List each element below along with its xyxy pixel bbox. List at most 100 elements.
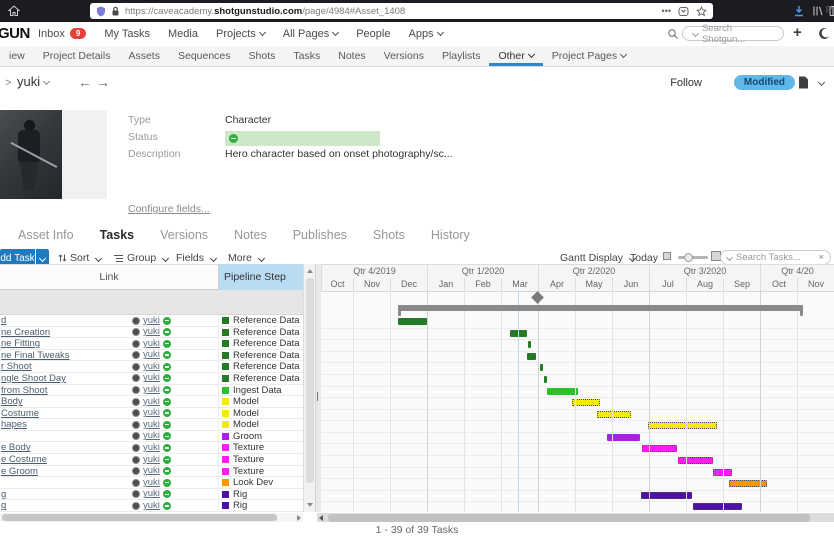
task-name-link[interactable]: Body — [1, 396, 23, 407]
project-nav-iew[interactable]: iew — [0, 46, 34, 66]
back-button[interactable]: ← — [78, 74, 92, 90]
task-name-link[interactable]: ngle Shoot Day — [1, 373, 66, 384]
project-nav-project-details[interactable]: Project Details — [34, 46, 120, 66]
gantt-task-bar[interactable] — [693, 503, 742, 510]
group-menu[interactable]: Group — [113, 252, 168, 264]
milestone-diamond[interactable] — [531, 291, 544, 304]
nav-item-media[interactable]: Media — [168, 28, 198, 40]
fields-menu[interactable]: Fields — [176, 252, 216, 264]
scroll-left-icon[interactable] — [319, 515, 323, 521]
link-entity[interactable]: yuki — [143, 350, 160, 360]
link-entity[interactable]: yuki — [143, 339, 160, 349]
table-row[interactable]: dyukiReference Data — [0, 315, 303, 327]
link-entity[interactable]: yuki — [143, 362, 160, 372]
gantt-task-bar[interactable] — [597, 411, 631, 418]
tab-shots[interactable]: Shots — [373, 228, 405, 242]
scroll-down-icon[interactable] — [307, 503, 313, 507]
asset-thumbnail[interactable] — [0, 110, 107, 199]
nav-item-inbox[interactable]: Inbox9 — [38, 28, 86, 40]
gantt-display-menu[interactable]: Gantt Display — [560, 252, 635, 264]
scroll-up-icon[interactable] — [307, 269, 313, 273]
table-row[interactable]: e CostumeyukiTexture — [0, 454, 303, 466]
table-row[interactable]: r ShootyukiReference Data — [0, 361, 303, 373]
task-name-link[interactable]: Costume — [1, 408, 39, 419]
link-entity[interactable]: yuki — [143, 316, 160, 326]
project-nav-tasks[interactable]: Tasks — [284, 46, 329, 66]
table-row[interactable]: gyukiRig — [0, 500, 303, 512]
task-name-link[interactable]: r Shoot — [1, 361, 32, 372]
tab-tasks[interactable]: Tasks — [100, 228, 135, 242]
link-entity[interactable]: yuki — [143, 408, 160, 418]
project-nav-other[interactable]: Other — [489, 46, 542, 66]
gantt-task-bar[interactable] — [528, 341, 531, 348]
gantt-task-bar[interactable] — [642, 445, 677, 452]
type-value[interactable]: Character — [225, 114, 271, 126]
table-horizontal-scrollbar[interactable] — [0, 513, 303, 522]
link-entity[interactable]: yuki — [143, 443, 160, 453]
nav-item-my-tasks[interactable]: My Tasks — [104, 28, 150, 40]
document-icon[interactable] — [798, 76, 809, 89]
link-entity[interactable]: yuki — [143, 420, 160, 430]
zoom-slider[interactable] — [678, 256, 708, 259]
link-entity[interactable]: yuki — [143, 489, 160, 499]
scrollbar-thumb[interactable] — [306, 278, 314, 483]
download-icon[interactable] — [793, 5, 805, 17]
scroll-right-icon[interactable] — [297, 515, 301, 521]
link-entity[interactable]: yuki — [143, 501, 160, 511]
link-entity[interactable]: yuki — [143, 385, 160, 395]
table-row[interactable]: e GroomyukiTexture — [0, 466, 303, 478]
status-value[interactable] — [225, 131, 380, 146]
table-vertical-scrollbar[interactable] — [303, 264, 315, 512]
gantt-task-bar[interactable] — [527, 353, 536, 360]
zoom-out-icon[interactable] — [663, 252, 671, 260]
user-menu-icon[interactable] — [818, 27, 831, 40]
link-entity[interactable]: yuki — [143, 431, 160, 441]
add-new-button[interactable]: + — [793, 24, 802, 41]
library-icon[interactable] — [812, 5, 824, 17]
link-entity[interactable]: yuki — [143, 455, 160, 465]
table-row[interactable]: BodyyukiModel — [0, 396, 303, 408]
home-icon[interactable] — [8, 5, 20, 17]
group-header-row[interactable] — [0, 290, 303, 315]
table-row[interactable]: ne CreationyukiReference Data — [0, 327, 303, 339]
tab-publishes[interactable]: Publishes — [293, 228, 347, 242]
table-row[interactable]: hapesyukiModel — [0, 419, 303, 431]
tracking-shield-icon[interactable] — [96, 6, 106, 17]
gantt-task-bar[interactable] — [540, 364, 543, 371]
task-name-link[interactable]: from Shoot — [1, 385, 47, 396]
link-column-header[interactable]: Link — [0, 271, 218, 283]
configure-fields-link[interactable]: Configure fields... — [128, 203, 210, 215]
bookmark-star-icon[interactable] — [696, 6, 707, 17]
today-button[interactable]: Today — [630, 252, 658, 264]
tab-asset-info[interactable]: Asset Info — [18, 228, 74, 242]
table-row[interactable]: ne FittingyukiReference Data — [0, 338, 303, 350]
shotgun-logo[interactable]: GUN — [0, 25, 30, 42]
sort-menu[interactable]: Sort — [58, 252, 101, 264]
tab-notes[interactable]: Notes — [234, 228, 267, 242]
link-entity[interactable]: yuki — [143, 466, 160, 476]
project-nav-project-pages[interactable]: Project Pages — [543, 46, 635, 66]
clear-search-icon[interactable]: × — [818, 252, 824, 263]
task-name-link[interactable]: e Costume — [1, 454, 47, 465]
task-name-link[interactable]: ne Fitting — [1, 338, 40, 349]
page-actions-icon[interactable]: ••• — [662, 6, 671, 16]
project-nav-assets[interactable]: Assets — [119, 46, 169, 66]
zoom-slider-thumb[interactable] — [684, 253, 693, 262]
page-title[interactable]: yuki — [17, 74, 49, 89]
task-name-link[interactable]: d — [1, 315, 6, 326]
summary-bar[interactable] — [398, 305, 803, 311]
gantt-task-bar[interactable] — [398, 318, 427, 325]
table-row[interactable]: e BodyyukiTexture — [0, 442, 303, 454]
task-name-link[interactable]: e Body — [1, 442, 31, 453]
gantt-task-bar[interactable] — [678, 457, 713, 464]
table-row[interactable]: yukiGroom — [0, 431, 303, 443]
link-entity[interactable]: yuki — [143, 478, 160, 488]
task-name-link[interactable]: g — [1, 500, 6, 511]
search-icon[interactable] — [667, 28, 679, 40]
task-search-input[interactable]: Search Tasks... × — [720, 250, 831, 265]
gantt-task-bar[interactable] — [729, 480, 767, 487]
table-row[interactable]: CostumeyukiModel — [0, 408, 303, 420]
pocket-icon[interactable] — [678, 6, 689, 17]
gantt-task-bar[interactable] — [648, 422, 717, 429]
status-badge[interactable]: Modified — [734, 75, 795, 90]
